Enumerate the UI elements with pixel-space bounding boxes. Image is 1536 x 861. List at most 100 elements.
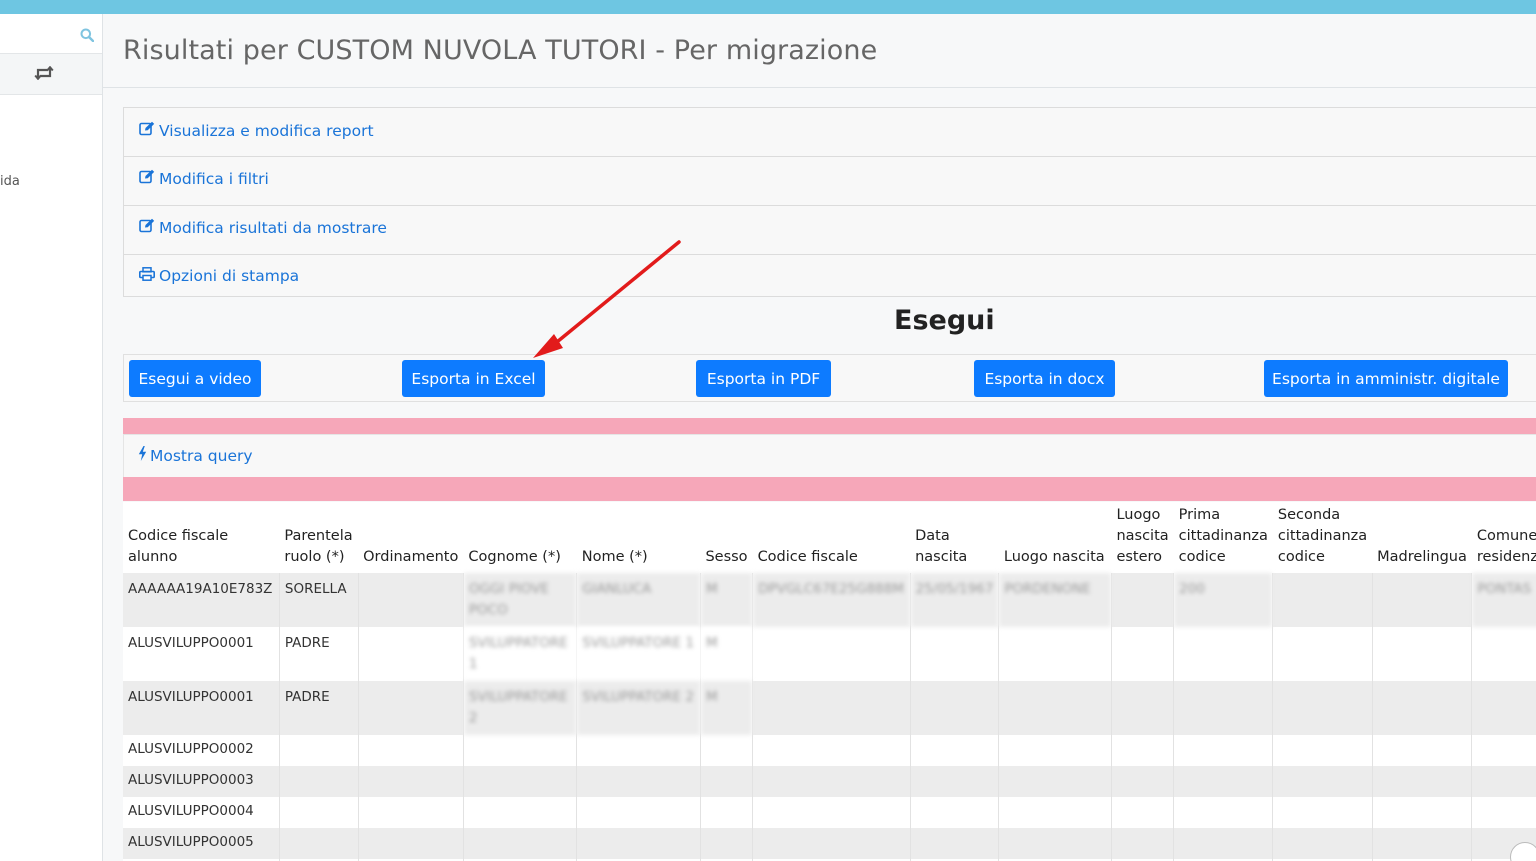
- table-cell: [357, 735, 464, 766]
- table-cell: [752, 681, 911, 735]
- table-cell: SVILUPPATORE 1: [462, 627, 577, 681]
- table-cell: [576, 766, 701, 797]
- table-cell: [1110, 573, 1174, 627]
- sidebar-toggle[interactable]: [0, 54, 102, 95]
- table-cell: [1471, 735, 1536, 766]
- column-header[interactable]: Data nascita: [910, 502, 999, 573]
- table-cell: [1371, 681, 1472, 735]
- table-cell: [998, 797, 1112, 828]
- table-cell: [752, 627, 911, 681]
- export-digital-admin-button[interactable]: Esporta in amministr. digitale: [1264, 360, 1508, 397]
- table-cell: 25/05/1967: [909, 573, 999, 627]
- table-cell: SVILUPPATORE 2: [462, 681, 577, 735]
- table-cell: ALUSVILUPPO0002: [123, 735, 280, 766]
- table-cell: [998, 627, 1112, 681]
- table-cell: [1110, 627, 1174, 681]
- column-header[interactable]: Madrelingua: [1372, 502, 1472, 573]
- results-table-body: AAAAAA19A10E783Z SORELLA OGGI PIOVE POCO GI…: [123, 573, 1536, 861]
- table-cell: [1471, 797, 1536, 828]
- column-header[interactable]: Seconda cittadinanza codice: [1272, 502, 1373, 573]
- table-row: ALUSVILUPPO0005: [123, 828, 1536, 859]
- panel-view-edit: Visualizza e modifica report: [123, 107, 1536, 157]
- table-cell: ALUSVILUPPO0004: [123, 797, 280, 828]
- results-table-container[interactable]: Codice fiscale alunno Parentela ruolo (*…: [123, 502, 1536, 861]
- export-pdf-button[interactable]: Esporta in PDF: [696, 360, 831, 397]
- panel-edit-results: Modifica risultati da mostrare: [123, 205, 1536, 255]
- table-cell: [278, 797, 359, 828]
- sidebar: ida: [0, 14, 103, 861]
- column-header[interactable]: Prima cittadinanza codice: [1173, 502, 1273, 573]
- table-cell: [357, 797, 464, 828]
- table-cell: [752, 797, 911, 828]
- table-cell: [1471, 627, 1536, 681]
- column-header[interactable]: Nome (*): [576, 502, 701, 573]
- table-cell: [699, 735, 753, 766]
- run-on-screen-button[interactable]: Esegui a video: [129, 360, 261, 397]
- table-cell: [998, 681, 1112, 735]
- top-accent-bar: [0, 0, 1536, 14]
- edit-filters-link[interactable]: Modifica i filtri: [139, 169, 269, 188]
- page-header: Risultati per CUSTOM NUVOLA TUTORI - Per…: [103, 14, 1536, 88]
- table-cell: SVILUPPATORE 2: [576, 681, 701, 735]
- export-docx-button[interactable]: Esporta in docx: [974, 360, 1115, 397]
- table-cell: 200: [1173, 573, 1273, 627]
- print-icon: [139, 267, 155, 285]
- panel-edit-filters: Modifica i filtri: [123, 156, 1536, 206]
- column-header[interactable]: Comune residenz: [1471, 502, 1536, 573]
- column-header[interactable]: Luogo nascita estero: [1111, 502, 1174, 573]
- retweet-icon[interactable]: [34, 65, 54, 84]
- table-cell: [278, 735, 359, 766]
- print-options-link[interactable]: Opzioni di stampa: [139, 267, 299, 285]
- column-header[interactable]: Ordinamento: [358, 502, 464, 573]
- sidebar-item-label[interactable]: ida: [0, 174, 20, 189]
- panel-print-options: Opzioni di stampa: [123, 254, 1536, 297]
- table-cell: [1272, 573, 1373, 627]
- table-cell: [278, 828, 359, 859]
- show-query-link[interactable]: Mostra query: [138, 446, 253, 465]
- search-icon[interactable]: [80, 27, 95, 46]
- column-header[interactable]: Codice fiscale alunno: [123, 502, 280, 573]
- table-cell: [998, 766, 1112, 797]
- edit-icon: [139, 121, 155, 140]
- column-header[interactable]: Cognome (*): [463, 502, 577, 573]
- edit-results-link[interactable]: Modifica risultati da mostrare: [139, 218, 387, 237]
- table-cell: GIANLUCA: [576, 573, 701, 627]
- table-cell: [909, 681, 999, 735]
- table-cell: [1371, 573, 1472, 627]
- table-cell: [909, 627, 999, 681]
- column-header[interactable]: Codice fiscale: [752, 502, 911, 573]
- table-cell: PADRE: [278, 681, 359, 735]
- column-header[interactable]: Sesso: [700, 502, 753, 573]
- table-cell: M: [699, 573, 753, 627]
- edit-results-label: Modifica risultati da mostrare: [159, 218, 387, 237]
- table-cell: [699, 828, 753, 859]
- table-cell: [1173, 766, 1273, 797]
- table-cell: [1173, 828, 1273, 859]
- column-header[interactable]: Parentela ruolo (*): [279, 502, 359, 573]
- table-cell: [1272, 735, 1373, 766]
- table-cell: [909, 797, 999, 828]
- table-cell: [576, 828, 701, 859]
- table-cell: [752, 735, 911, 766]
- table-cell: [1471, 766, 1536, 797]
- table-cell: ALUSVILUPPO0003: [123, 766, 280, 797]
- table-cell: [462, 735, 577, 766]
- bolt-icon: [138, 446, 147, 465]
- table-cell: [576, 797, 701, 828]
- table-row: ALUSVILUPPO0003: [123, 766, 1536, 797]
- table-row: ALUSVILUPPO0004: [123, 797, 1536, 828]
- table-cell: [1110, 828, 1174, 859]
- table-cell: [1110, 766, 1174, 797]
- run-button-bar: Esegui a video Esporta in Excel Esporta …: [123, 354, 1536, 402]
- table-cell: [1173, 681, 1273, 735]
- edit-icon: [139, 218, 155, 237]
- export-excel-button[interactable]: Esporta in Excel: [402, 360, 545, 397]
- view-edit-report-link[interactable]: Visualizza e modifica report: [139, 121, 374, 140]
- table-cell: AAAAAA19A10E783Z: [123, 573, 280, 627]
- table-cell: [1272, 766, 1373, 797]
- table-cell: [1371, 797, 1472, 828]
- table-cell: [576, 735, 701, 766]
- table-cell: [357, 627, 464, 681]
- column-header[interactable]: Luogo nascita: [998, 502, 1112, 573]
- sidebar-search[interactable]: [0, 14, 102, 54]
